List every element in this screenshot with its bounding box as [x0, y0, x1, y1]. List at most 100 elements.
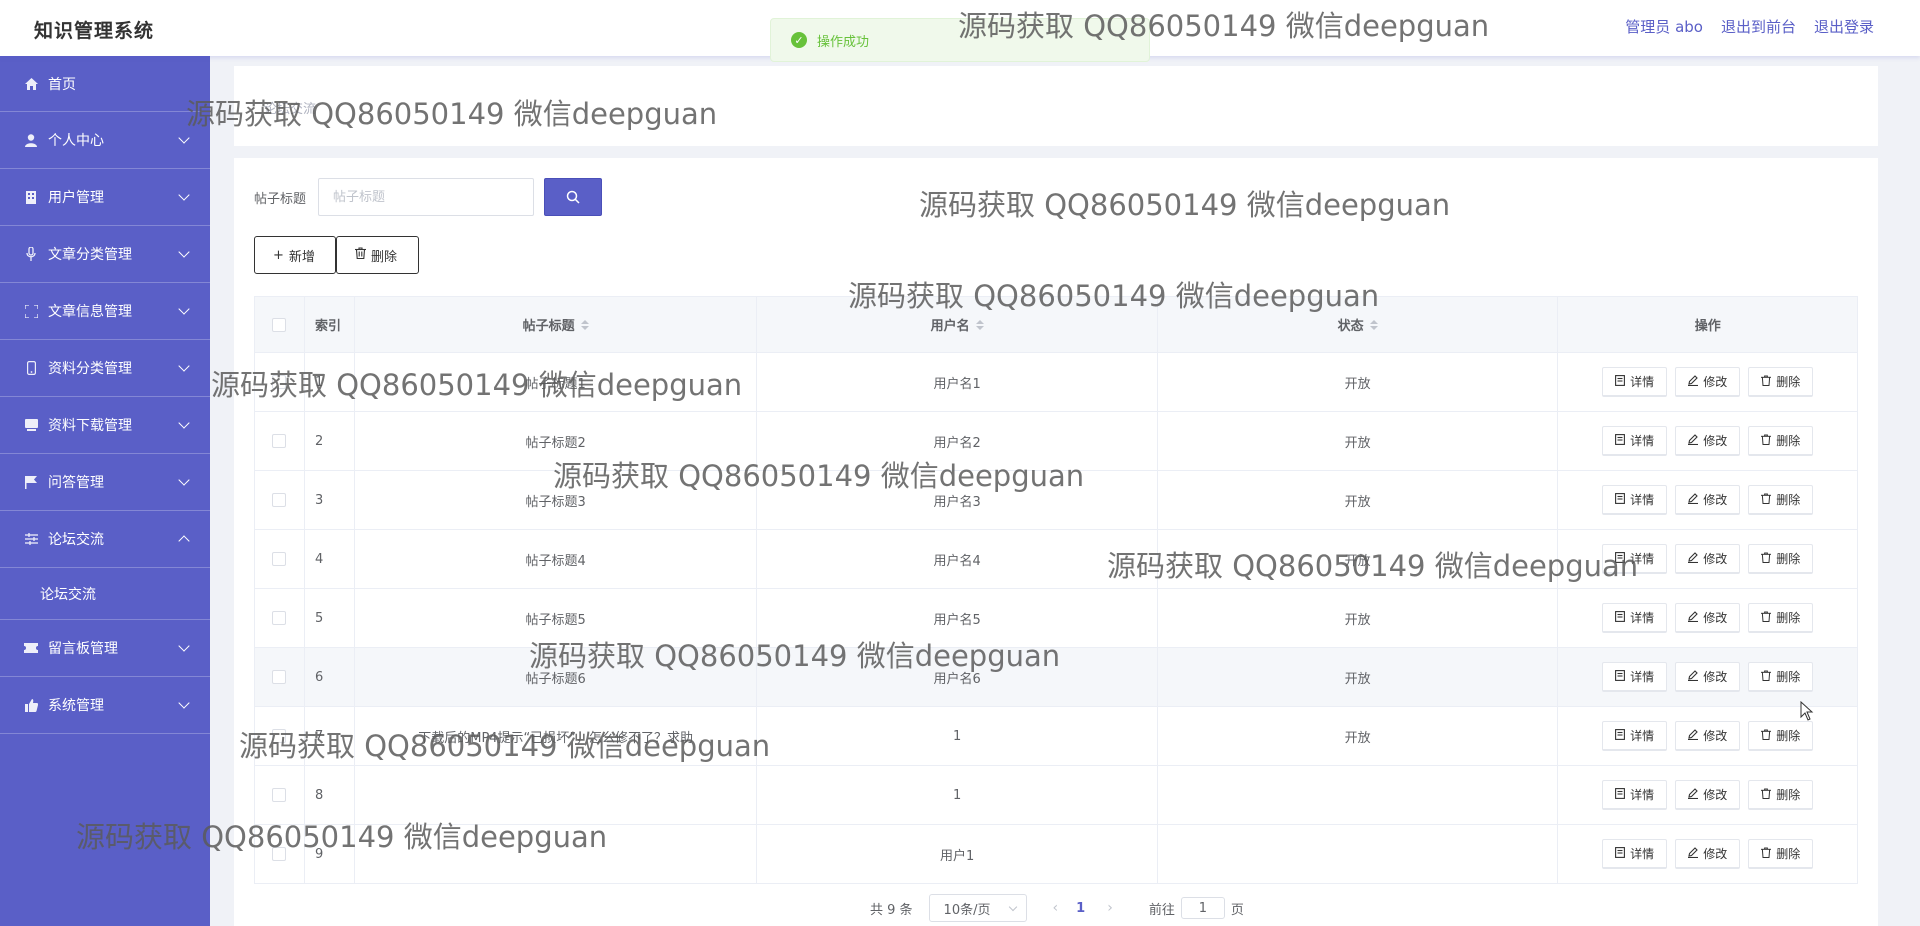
logout-link[interactable]: 退出登录	[1814, 16, 1874, 37]
row-status: 开放	[1158, 707, 1559, 765]
detail-button[interactable]: 详情	[1602, 544, 1668, 574]
detail-button[interactable]: 详情	[1602, 839, 1668, 869]
current-page[interactable]: 1	[1076, 901, 1085, 916]
delete-button[interactable]: 删除	[1748, 662, 1814, 692]
prev-page-icon[interactable]: ‹	[1053, 900, 1059, 916]
delete-button[interactable]: 删除	[1748, 426, 1814, 456]
detail-button[interactable]: 详情	[1602, 603, 1668, 633]
sidebar-item-label: 留言板管理	[48, 641, 118, 657]
delete-button[interactable]: 删除	[1748, 485, 1814, 515]
sidebar-item-system-management[interactable]: 系统管理	[0, 677, 210, 734]
sidebar-item-forum[interactable]: 论坛交流	[0, 511, 210, 568]
next-page-icon[interactable]: ›	[1107, 900, 1113, 916]
edit-button[interactable]: 修改	[1675, 544, 1741, 574]
delete-button[interactable]: 删除	[1748, 544, 1814, 574]
home-icon	[24, 77, 38, 91]
row-title: 帖子标题6	[355, 648, 758, 706]
header-username[interactable]: 用户名	[757, 297, 1158, 352]
sort-icon[interactable]	[975, 319, 984, 330]
row-operations: 详情 修改 删除	[1558, 589, 1857, 647]
edit-label: 修改	[1703, 788, 1728, 802]
detail-label: 详情	[1630, 552, 1655, 566]
row-index: 7	[305, 707, 355, 765]
detail-button[interactable]: 详情	[1602, 780, 1668, 810]
detail-label: 详情	[1630, 788, 1655, 802]
header-status[interactable]: 状态	[1158, 297, 1559, 352]
sidebar-item-user-management[interactable]: 用户管理	[0, 169, 210, 226]
row-checkbox[interactable]	[272, 434, 287, 448]
document-icon	[1615, 374, 1626, 389]
sort-icon[interactable]	[580, 319, 589, 330]
row-checkbox[interactable]	[272, 375, 287, 389]
goto-label: 前往	[1148, 902, 1175, 918]
row-checkbox-cell	[255, 412, 305, 470]
sidebar-item-article-info[interactable]: 文章信息管理	[0, 283, 210, 340]
row-username: 用户名5	[757, 589, 1158, 647]
edit-button[interactable]: 修改	[1675, 780, 1741, 810]
edit-button[interactable]: 修改	[1675, 485, 1741, 515]
row-checkbox[interactable]	[272, 729, 287, 743]
row-index: 5	[305, 589, 355, 647]
row-status	[1158, 766, 1559, 824]
select-all-checkbox[interactable]	[272, 317, 287, 332]
flag-icon	[24, 475, 38, 489]
sidebar-item-label: 资料分类管理	[48, 361, 132, 377]
edit-label: 修改	[1703, 493, 1728, 507]
admin-user-link[interactable]: 管理员 abo	[1625, 16, 1703, 37]
sidebar-item-material-category[interactable]: 资料分类管理	[0, 340, 210, 397]
document-icon	[1615, 610, 1626, 625]
batch-delete-button[interactable]: 删除	[336, 236, 419, 274]
row-checkbox[interactable]	[272, 670, 287, 684]
row-checkbox-cell	[255, 707, 305, 765]
row-checkbox[interactable]	[272, 552, 287, 566]
detail-button[interactable]: 详情	[1602, 426, 1668, 456]
row-checkbox[interactable]	[272, 611, 287, 625]
delete-button[interactable]: 删除	[1748, 367, 1814, 397]
delete-button[interactable]: 删除	[1748, 603, 1814, 633]
sidebar-item-message-board[interactable]: 留言板管理	[0, 620, 210, 677]
sort-icon[interactable]	[1369, 319, 1378, 330]
sidebar-item-personal-center[interactable]: 个人中心	[0, 112, 210, 169]
mouse-cursor-icon	[1800, 701, 1814, 721]
detail-button[interactable]: 详情	[1602, 367, 1668, 397]
trash-icon	[1761, 787, 1772, 802]
table-row: 8 1 详情 修改 删除	[255, 766, 1857, 825]
edit-button[interactable]: 修改	[1675, 721, 1741, 751]
edit-button[interactable]: 修改	[1675, 426, 1741, 456]
search-input[interactable]	[318, 178, 535, 216]
microphone-icon	[24, 247, 38, 261]
detail-button[interactable]: 详情	[1602, 721, 1668, 751]
sidebar-item-article-category[interactable]: 文章分类管理	[0, 226, 210, 283]
row-checkbox[interactable]	[272, 493, 287, 507]
add-button-label: 新增	[288, 249, 315, 265]
sidebar-item-qa-management[interactable]: 问答管理	[0, 454, 210, 511]
edit-button[interactable]: 修改	[1675, 603, 1741, 633]
page-size-select[interactable]: 10条/页	[928, 894, 1027, 922]
delete-button-label: 删除	[371, 249, 398, 265]
add-button[interactable]: + 新增	[254, 236, 336, 274]
sidebar-item-home[interactable]: 首页	[0, 56, 210, 112]
row-username: 1	[757, 707, 1158, 765]
search-button[interactable]	[544, 178, 603, 216]
delete-button[interactable]: 删除	[1748, 780, 1814, 810]
sidebar-subitem-forum[interactable]: 论坛交流	[0, 568, 210, 620]
forum-table: 索引 帖子标题 用户名 状态 操作 1 帖子标题1 用户名1 开放 详情 修改 删除 2 帖子标…	[254, 296, 1858, 884]
toast-message: 操作成功	[817, 34, 870, 50]
edit-button[interactable]: 修改	[1675, 839, 1741, 869]
chevron-down-icon	[178, 697, 190, 709]
delete-button[interactable]: 删除	[1748, 721, 1814, 751]
delete-button[interactable]: 删除	[1748, 839, 1814, 869]
back-to-frontend-link[interactable]: 退出到前台	[1721, 16, 1796, 37]
row-checkbox[interactable]	[272, 847, 287, 861]
detail-button[interactable]: 详情	[1602, 662, 1668, 692]
header-title[interactable]: 帖子标题	[355, 297, 758, 352]
edit-button[interactable]: 修改	[1675, 367, 1741, 397]
edit-label: 修改	[1703, 847, 1728, 861]
detail-button[interactable]: 详情	[1602, 485, 1668, 515]
row-index: 6	[305, 648, 355, 706]
goto-page-input[interactable]	[1180, 897, 1225, 919]
row-username: 用户名6	[757, 648, 1158, 706]
edit-button[interactable]: 修改	[1675, 662, 1741, 692]
sidebar-item-material-download[interactable]: 资料下载管理	[0, 397, 210, 454]
row-checkbox[interactable]	[272, 788, 287, 802]
